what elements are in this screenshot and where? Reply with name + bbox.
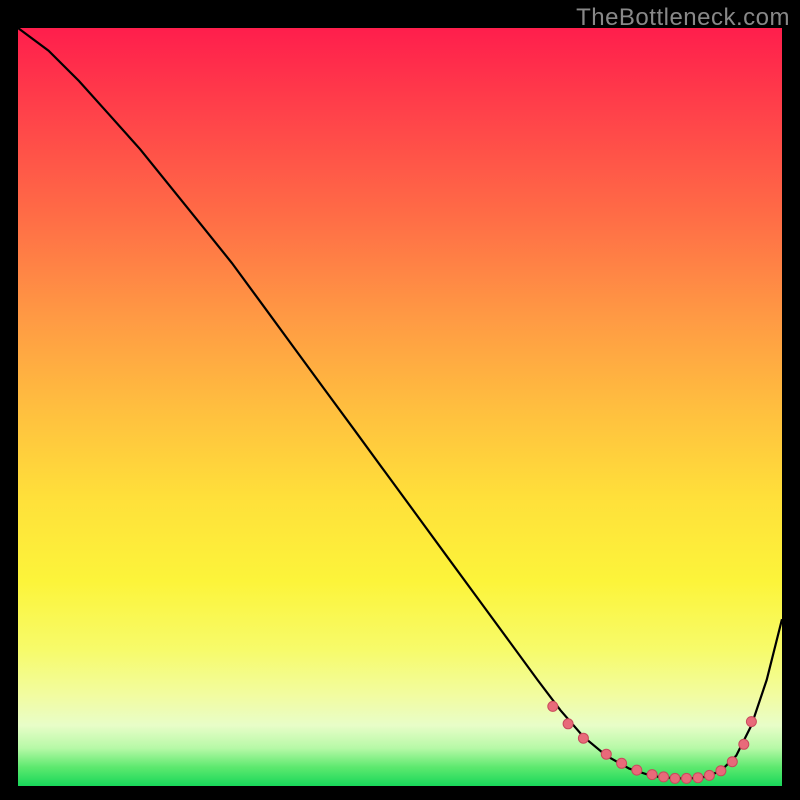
data-dot <box>739 739 749 749</box>
data-dot <box>548 701 558 711</box>
data-dot <box>727 757 737 767</box>
data-dot <box>647 770 657 780</box>
data-dot <box>659 772 669 782</box>
data-dot <box>601 749 611 759</box>
data-dot <box>578 733 588 743</box>
data-dot <box>704 770 714 780</box>
data-dot <box>746 717 756 727</box>
data-dot <box>632 765 642 775</box>
curve-svg <box>18 28 782 786</box>
watermark-label: TheBottleneck.com <box>576 4 790 32</box>
data-dot <box>693 773 703 783</box>
chart-frame: TheBottleneck.com <box>0 0 800 800</box>
data-dot <box>682 773 692 783</box>
data-dot <box>670 773 680 783</box>
data-dot <box>563 719 573 729</box>
data-dot <box>716 766 726 776</box>
bottleneck-curve <box>18 28 782 778</box>
data-dots <box>548 701 757 783</box>
plot-area <box>18 28 782 786</box>
data-dot <box>617 758 627 768</box>
